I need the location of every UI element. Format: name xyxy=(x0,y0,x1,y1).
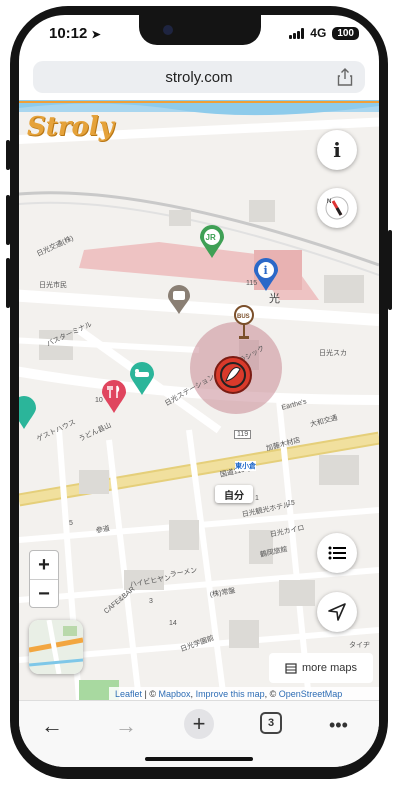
hotel-marker-edge[interactable] xyxy=(19,396,37,430)
url-text: stroly.com xyxy=(165,68,233,86)
status-time: 10:12 ➤ xyxy=(49,25,101,42)
power-button xyxy=(388,230,392,310)
restaurant-marker[interactable] xyxy=(101,380,127,414)
svg-text:N: N xyxy=(327,199,331,205)
svg-text:JR: JR xyxy=(206,233,216,242)
location-arrow-icon: ➤ xyxy=(91,29,101,41)
status-indicators: 4G 100 xyxy=(289,26,359,40)
osm-link[interactable]: OpenStreetMap xyxy=(279,689,343,699)
share-icon[interactable] xyxy=(337,68,353,86)
bus-terminal-marker[interactable]: BUS xyxy=(232,305,256,341)
layer-switch-button[interactable] xyxy=(29,620,83,674)
zoom-control: + − xyxy=(29,550,59,608)
side-button xyxy=(6,140,10,170)
self-location-marker[interactable] xyxy=(213,355,253,395)
map-label: タイヂ xyxy=(349,642,370,649)
map-label: 5 xyxy=(69,520,73,527)
stroly-logo[interactable]: Stroly xyxy=(27,112,114,142)
notch xyxy=(139,15,261,45)
network-label: 4G xyxy=(310,26,327,40)
map-label: 3 xyxy=(149,598,153,605)
zoom-in-button[interactable]: + xyxy=(30,551,58,580)
volume-up-button xyxy=(6,195,10,245)
screen: 10:12 ➤ 4G 100 stroly.com 115 光 日光スカ バスタ… xyxy=(19,15,379,767)
address-bar[interactable]: stroly.com xyxy=(33,61,365,93)
svg-text:BUS: BUS xyxy=(237,314,250,320)
list-icon xyxy=(328,546,346,560)
more-maps-label: more maps xyxy=(301,662,358,674)
improve-map-link[interactable]: Improve this map xyxy=(196,689,265,699)
attribution-separator: , © xyxy=(264,689,279,699)
more-maps-icon xyxy=(285,662,297,674)
svg-text:i: i xyxy=(264,264,268,277)
map-view[interactable]: 115 光 日光スカ バスターミナル 日光ステーション ホテルクラシック Ear… xyxy=(19,100,379,700)
map-thumbnail-icon xyxy=(29,620,83,674)
zoom-out-button[interactable]: − xyxy=(30,580,58,609)
jr-station-marker[interactable]: JR xyxy=(199,225,225,259)
locate-me-button[interactable] xyxy=(317,592,357,632)
compass-icon: N xyxy=(325,196,349,220)
volume-down-button xyxy=(6,258,10,308)
map-attribution: Leaflet | © Mapbox , Improve this map , … xyxy=(109,687,379,700)
info-marker[interactable]: i xyxy=(253,258,279,292)
more-options-icon[interactable]: ••• xyxy=(329,715,348,736)
compass-button[interactable]: N xyxy=(317,188,357,228)
home-indicator xyxy=(145,757,253,761)
forward-arrow-icon[interactable]: → xyxy=(115,713,137,739)
back-arrow-icon[interactable]: ← xyxy=(41,713,63,739)
new-tab-plus-icon[interactable]: + xyxy=(184,709,214,739)
more-maps-button[interactable]: more maps xyxy=(269,653,373,683)
navigation-arrow-icon xyxy=(328,603,346,621)
tabs-button[interactable]: 3 xyxy=(260,712,282,734)
camera-icon xyxy=(163,25,173,35)
map-label: 15 xyxy=(287,500,295,507)
mapbox-link[interactable]: Mapbox xyxy=(159,689,191,699)
map-label: 東小倉 xyxy=(235,461,256,471)
map-label: 1 xyxy=(255,495,259,502)
info-button[interactable]: i xyxy=(317,130,357,170)
browser-toolbar: ← → + 3 ••• xyxy=(19,700,379,767)
bus-stop-marker[interactable] xyxy=(167,285,191,315)
hotel-marker[interactable] xyxy=(129,362,155,396)
self-label: 自分 xyxy=(215,485,253,503)
signal-icon xyxy=(289,27,305,39)
map-label: 日光市民 xyxy=(39,282,67,289)
attribution-separator: | © xyxy=(142,689,159,699)
route-shield: 119 xyxy=(234,430,252,439)
leaflet-link[interactable]: Leaflet xyxy=(115,689,142,699)
list-button[interactable] xyxy=(317,533,357,573)
map-label: 日光スカ xyxy=(319,350,347,357)
status-time-text: 10:12 xyxy=(49,25,88,42)
battery-icon: 100 xyxy=(332,26,359,40)
map-label: 14 xyxy=(169,620,177,627)
info-icon: i xyxy=(333,138,341,162)
map-label: 光 xyxy=(269,293,280,305)
